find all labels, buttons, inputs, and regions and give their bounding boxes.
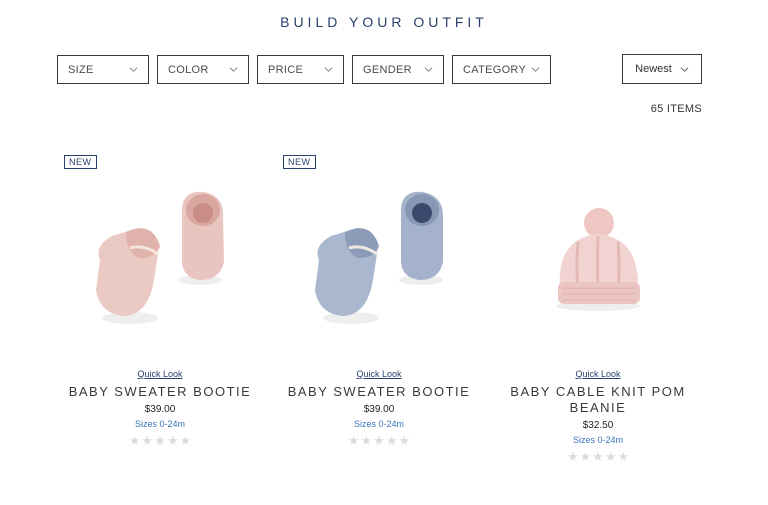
filter-color-label: COLOR [168, 63, 209, 76]
blue-booties-image [315, 191, 443, 324]
rating-stars: ★ ★ ★ ★ ★ [60, 434, 260, 447]
sort-selected-label: Newest [635, 63, 672, 75]
star-icon: ★ [604, 449, 617, 464]
filter-category-dropdown[interactable]: CATEGORY [452, 55, 551, 84]
product-name[interactable]: BABY CABLE KNIT POM BEANIE [498, 384, 698, 416]
star-icon: ★ [154, 433, 166, 448]
star-icon: ★ [141, 433, 154, 448]
new-badge: NEW [283, 155, 316, 169]
rating-stars: ★ ★ ★ ★ ★ [279, 434, 479, 447]
chevron-down-icon [129, 67, 138, 72]
chevron-down-icon [424, 67, 433, 72]
product-image[interactable]: NEW [60, 150, 260, 360]
product-card[interactable]: NEW Quick Look BABY SWEATER BOOTIE $39.0… [279, 150, 479, 447]
product-sizes: Sizes 0-24m [134, 419, 186, 429]
product-name[interactable]: BABY SWEATER BOOTIE [60, 384, 260, 400]
product-card[interactable]: NEW Quick Look BABY SWEATER BOOTIE $39.0… [60, 150, 260, 447]
product-card[interactable]: Quick Look BABY CABLE KNIT POM BEANIE $3… [498, 150, 698, 463]
star-icon: ★ [128, 433, 141, 448]
chevron-down-icon [680, 66, 689, 72]
chevron-down-icon [229, 67, 238, 72]
star-icon: ★ [592, 449, 604, 464]
product-price: $32.50 [582, 420, 614, 431]
filter-size-label: SIZE [68, 63, 94, 76]
sort-dropdown[interactable]: Newest [622, 54, 702, 84]
star-icon: ★ [373, 433, 385, 448]
product-price: $39.00 [144, 404, 176, 415]
filter-price-label: PRICE [268, 63, 304, 76]
filter-gender-label: GENDER [363, 63, 412, 76]
star-icon: ★ [385, 433, 398, 448]
star-icon: ★ [347, 433, 360, 448]
filter-price-dropdown[interactable]: PRICE [257, 55, 344, 84]
quick-look-link[interactable]: Quick Look [137, 369, 182, 379]
star-icon: ★ [166, 433, 179, 448]
pink-booties-image [96, 191, 224, 324]
pink-beanie-image [556, 208, 640, 311]
filter-color-dropdown[interactable]: COLOR [157, 55, 249, 84]
product-sizes: Sizes 0-24m [572, 435, 624, 445]
quick-look-link[interactable]: Quick Look [575, 369, 620, 379]
filter-size-dropdown[interactable]: SIZE [57, 55, 149, 84]
star-icon: ★ [179, 433, 192, 448]
rating-stars: ★ ★ ★ ★ ★ [498, 450, 698, 463]
star-icon: ★ [617, 449, 630, 464]
filter-category-label: CATEGORY [463, 63, 527, 76]
chevron-down-icon [531, 67, 540, 72]
star-icon: ★ [360, 433, 373, 448]
product-sizes: Sizes 0-24m [353, 419, 405, 429]
item-count: 65 ITEMS [650, 103, 702, 115]
star-icon: ★ [398, 433, 411, 448]
filter-gender-dropdown[interactable]: GENDER [352, 55, 444, 84]
star-icon: ★ [579, 449, 592, 464]
chevron-down-icon [324, 67, 333, 72]
product-image[interactable] [498, 150, 698, 360]
page-title: BUILD YOUR OUTFIT [280, 14, 488, 30]
star-icon: ★ [566, 449, 579, 464]
filter-bar: SIZE COLOR PRICE GENDER CATEGORY [57, 55, 551, 84]
product-name[interactable]: BABY SWEATER BOOTIE [279, 384, 479, 400]
product-image[interactable]: NEW [279, 150, 479, 360]
quick-look-link[interactable]: Quick Look [356, 369, 401, 379]
product-price: $39.00 [363, 404, 395, 415]
new-badge: NEW [64, 155, 97, 169]
